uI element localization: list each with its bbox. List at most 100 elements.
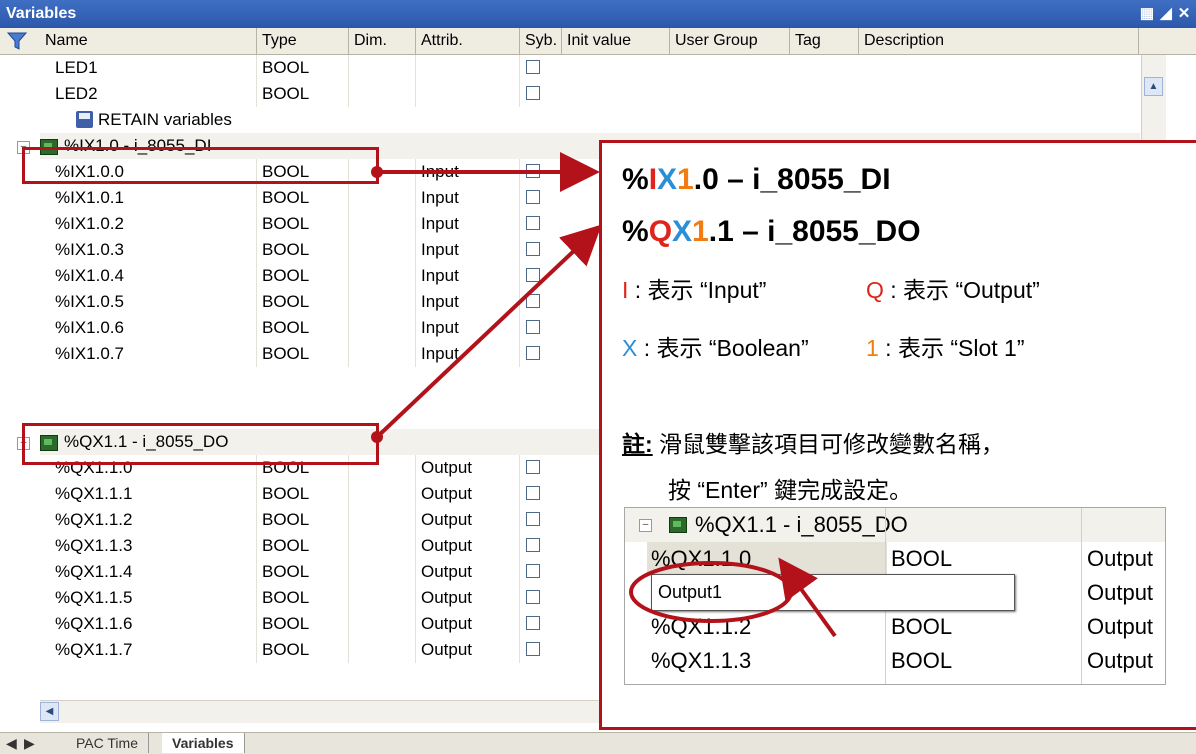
tab-pac-time[interactable]: PAC Time (66, 733, 149, 753)
scroll-up-icon[interactable]: ▲ (1144, 77, 1163, 96)
cell-attrib[interactable]: Output (416, 481, 520, 507)
minimize-icon[interactable]: ◢ (1158, 6, 1174, 22)
cell-attrib[interactable]: Output (416, 637, 520, 663)
cell-attrib[interactable] (416, 55, 520, 81)
cell-type[interactable]: BOOL (257, 185, 349, 211)
syb-checkbox[interactable] (526, 60, 540, 74)
dock-icon[interactable]: ▦ (1139, 6, 1155, 22)
cell-type[interactable]: BOOL (257, 611, 349, 637)
syb-checkbox[interactable] (526, 538, 540, 552)
cell-attrib[interactable]: Input (416, 315, 520, 341)
syb-checkbox[interactable] (526, 190, 540, 204)
cell-attrib[interactable] (416, 81, 520, 107)
retain-group-row[interactable]: RETAIN variables (0, 107, 1140, 133)
cell-type[interactable]: BOOL (257, 533, 349, 559)
cell-name[interactable]: %QX1.1.7 (50, 637, 257, 663)
cell-name[interactable]: %QX1.1.2 (50, 507, 257, 533)
syb-checkbox[interactable] (526, 320, 540, 334)
cell-attrib[interactable]: Input (416, 341, 520, 367)
cell-dim[interactable] (349, 637, 416, 663)
cell-type[interactable]: BOOL (257, 507, 349, 533)
header-tag[interactable]: Tag (790, 28, 859, 54)
cell-type[interactable]: BOOL (257, 481, 349, 507)
cell-type[interactable]: BOOL (257, 55, 349, 81)
syb-checkbox[interactable] (526, 294, 540, 308)
cell-dim[interactable] (349, 263, 416, 289)
cell-dim[interactable] (349, 341, 416, 367)
cell-dim[interactable] (349, 185, 416, 211)
header-syb[interactable]: Syb. (520, 28, 562, 54)
syb-checkbox[interactable] (526, 590, 540, 604)
cell-type[interactable]: BOOL (257, 637, 349, 663)
cell-name[interactable]: LED1 (50, 55, 257, 81)
cell-attrib[interactable]: Output (416, 507, 520, 533)
syb-checkbox[interactable] (526, 268, 540, 282)
table-row[interactable]: LED2 BOOL (0, 81, 1140, 107)
cell-name[interactable]: %IX1.0.4 (50, 263, 257, 289)
syb-checkbox[interactable] (526, 346, 540, 360)
syb-checkbox[interactable] (526, 616, 540, 630)
cell-attrib[interactable]: Input (416, 289, 520, 315)
cell-dim[interactable] (349, 585, 416, 611)
scroll-left-icon[interactable]: ◀ (40, 702, 59, 721)
cell-type[interactable]: BOOL (257, 263, 349, 289)
cell-type[interactable]: BOOL (257, 315, 349, 341)
syb-checkbox[interactable] (526, 86, 540, 100)
syb-checkbox[interactable] (526, 164, 540, 178)
syb-checkbox[interactable] (526, 242, 540, 256)
cell-name[interactable]: %IX1.0.7 (50, 341, 257, 367)
cell-type[interactable]: BOOL (257, 289, 349, 315)
cell-type[interactable]: BOOL (257, 559, 349, 585)
header-description[interactable]: Description (859, 28, 1139, 54)
cell-attrib[interactable]: Input (416, 211, 520, 237)
close-icon[interactable]: ✕ (1176, 6, 1192, 22)
header-name[interactable]: Name (40, 28, 257, 54)
cell-name[interactable]: %QX1.1.1 (50, 481, 257, 507)
header-dim[interactable]: Dim. (349, 28, 416, 54)
cell-attrib[interactable]: Output (416, 559, 520, 585)
cell-dim[interactable] (349, 481, 416, 507)
cell-name[interactable]: %QX1.1.5 (50, 585, 257, 611)
syb-checkbox[interactable] (526, 460, 540, 474)
cell-name[interactable]: %QX1.1.6 (50, 611, 257, 637)
tab-variables[interactable]: Variables (162, 733, 245, 753)
cell-type[interactable]: BOOL (257, 211, 349, 237)
header-init-value[interactable]: Init value (562, 28, 670, 54)
cell-name[interactable]: %IX1.0.3 (50, 237, 257, 263)
cell-name[interactable]: %IX1.0.2 (50, 211, 257, 237)
cell-name[interactable]: LED2 (50, 81, 257, 107)
cell-dim[interactable] (349, 81, 416, 107)
cell-attrib[interactable]: Output (416, 611, 520, 637)
syb-checkbox[interactable] (526, 642, 540, 656)
cell-type[interactable]: BOOL (257, 341, 349, 367)
syb-checkbox[interactable] (526, 564, 540, 578)
cell-dim[interactable] (349, 559, 416, 585)
cell-attrib[interactable]: Input (416, 237, 520, 263)
cell-dim[interactable] (349, 237, 416, 263)
cell-attrib[interactable]: Output (416, 585, 520, 611)
cell-name[interactable]: %QX1.1.4 (50, 559, 257, 585)
header-attrib[interactable]: Attrib. (416, 28, 520, 54)
cell-type[interactable]: BOOL (257, 81, 349, 107)
cell-type[interactable]: BOOL (257, 585, 349, 611)
tab-next-icon[interactable]: ▶ (20, 733, 39, 753)
table-row[interactable]: LED1 BOOL (0, 55, 1140, 81)
syb-checkbox[interactable] (526, 486, 540, 500)
header-type[interactable]: Type (257, 28, 349, 54)
tab-prev-icon[interactable]: ◀ (2, 733, 21, 753)
cell-name[interactable]: %IX1.0.5 (50, 289, 257, 315)
header-user-group[interactable]: User Group (670, 28, 790, 54)
cell-attrib[interactable]: Input (416, 263, 520, 289)
cell-name[interactable]: %IX1.0.1 (50, 185, 257, 211)
cell-attrib[interactable]: Input (416, 159, 520, 185)
cell-attrib[interactable]: Output (416, 455, 520, 481)
syb-checkbox[interactable] (526, 512, 540, 526)
filter-icon[interactable] (6, 31, 28, 51)
cell-attrib[interactable]: Input (416, 185, 520, 211)
cell-name[interactable]: %IX1.0.6 (50, 315, 257, 341)
cell-name[interactable]: %QX1.1.3 (50, 533, 257, 559)
cell-dim[interactable] (349, 611, 416, 637)
cell-dim[interactable] (349, 315, 416, 341)
cell-dim[interactable] (349, 507, 416, 533)
cell-dim[interactable] (349, 55, 416, 81)
